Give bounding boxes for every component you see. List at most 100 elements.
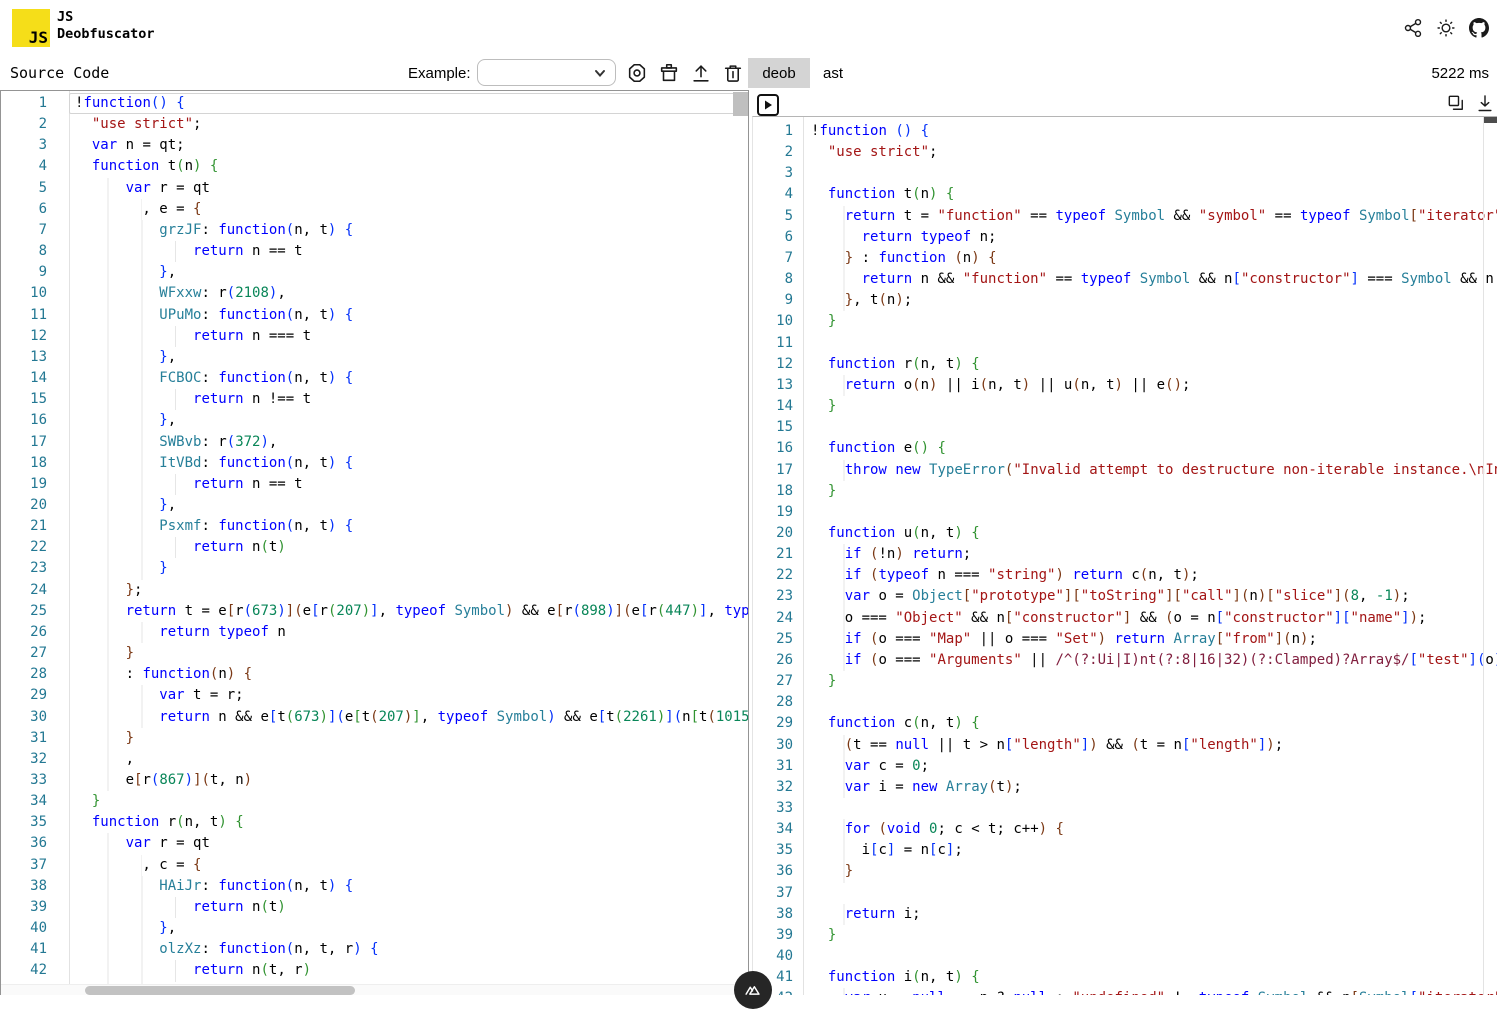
code-line: 1!function () { (753, 121, 1497, 142)
upload-icon[interactable] (690, 62, 712, 84)
copy-icon[interactable] (1446, 93, 1466, 113)
code-text: UPuMo: function(n, t) { (69, 305, 353, 326)
line-number: 8 (753, 269, 803, 290)
download-icon[interactable] (1475, 93, 1495, 113)
code-text: function t(n) { (69, 156, 218, 177)
code-text: (t == null || t > n["length"]) && (t = n… (803, 735, 1283, 756)
line-number: 14 (753, 396, 803, 417)
code-text: return typeof n; (803, 227, 996, 248)
code-text: return n && e[t(673)](e[t(207)], typeof … (69, 707, 749, 728)
line-number: 42 (1, 960, 69, 981)
code-text: }, t(n); (803, 290, 912, 311)
code-text: : function(n) { (69, 664, 252, 685)
code-text: function c(n, t) { (803, 713, 980, 734)
code-text: var n = qt; (69, 135, 185, 156)
line-number: 3 (753, 163, 803, 184)
source-code-editor[interactable]: 1!function() {2 "use strict";3 var n = q… (0, 90, 749, 995)
code-line: 30 (t == null || t > n["length"]) && (t … (753, 735, 1497, 756)
code-text: }, (69, 410, 176, 431)
output-code-editor[interactable]: 1!function () {2 "use strict"; 34 functio… (752, 116, 1497, 995)
code-text: throw new TypeError("Invalid attempt to … (803, 460, 1497, 481)
line-number: 17 (1, 432, 69, 453)
tab-ast[interactable]: ast (810, 58, 856, 88)
code-line: 26 return typeof n (1, 622, 748, 643)
line-number: 26 (1, 622, 69, 643)
code-line: 7 } : function (n) { (753, 248, 1497, 269)
code-line: 5 return t = "function" == typeof Symbol… (753, 206, 1497, 227)
run-button[interactable] (757, 94, 779, 116)
line-number: 37 (1, 855, 69, 876)
line-number: 3 (1, 135, 69, 156)
paste-icon[interactable] (658, 62, 680, 84)
line-number: 34 (753, 819, 803, 840)
code-text: o === "Object" && n["constructor"] && (o… (803, 608, 1426, 629)
line-number: 23 (753, 586, 803, 607)
theme-sun-icon[interactable] (1436, 18, 1456, 38)
code-text: WFxxw: r(2108), (69, 283, 286, 304)
code-text: grzJF: function(n, t) { (69, 220, 353, 241)
code-line: 4 function t(n) { (1, 156, 748, 177)
analytics-fab[interactable] (734, 971, 772, 1009)
example-select[interactable] (477, 59, 616, 86)
code-line: 36 } (753, 861, 1497, 882)
line-number: 10 (753, 311, 803, 332)
code-line: 1!function() { (1, 93, 748, 114)
code-line: 18 } (753, 481, 1497, 502)
code-line: 16 function e() { (753, 438, 1497, 459)
code-text: i[c] = n[c]; (803, 840, 963, 861)
code-line: 39 return n(t) (1, 897, 748, 918)
code-line: 33 e[r(867)](t, n) (1, 770, 748, 791)
code-line: 10 } (753, 311, 1497, 332)
line-number: 30 (1, 707, 69, 728)
code-line: 28 (753, 692, 1497, 713)
line-number: 7 (753, 248, 803, 269)
example-label: Example: (408, 65, 471, 82)
code-line: 12 function r(n, t) { (753, 354, 1497, 375)
line-number: 29 (753, 713, 803, 734)
source-horizontal-scrollbar-thumb[interactable] (85, 986, 355, 995)
code-text: function e() { (803, 438, 946, 459)
code-text: var i = new Array(t); (803, 777, 1022, 798)
code-line: 3 var n = qt; (1, 135, 748, 156)
code-line: 19 (753, 502, 1497, 523)
code-text (803, 692, 811, 713)
code-text: function t(n) { (803, 184, 954, 205)
code-text: return o(n) || i(n, t) || u(n, t) || e()… (803, 375, 1190, 396)
code-text: , (69, 749, 134, 770)
output-scrollbar-thumb[interactable] (1484, 117, 1497, 123)
trash-icon[interactable] (722, 62, 744, 84)
code-line: 37 (753, 883, 1497, 904)
tab-deob[interactable]: deob (748, 58, 810, 88)
line-number: 21 (1, 516, 69, 537)
code-text: return t = "function" == typeof Symbol &… (803, 206, 1497, 227)
code-text: return n && "function" == typeof Symbol … (803, 269, 1497, 290)
code-text: var r = qt (69, 178, 210, 199)
code-line: 2 "use strict"; (753, 142, 1497, 163)
code-text (803, 333, 811, 354)
code-text: var o = Object["prototype"]["toString"][… (803, 586, 1410, 607)
line-number: 21 (753, 544, 803, 565)
line-number: 24 (1, 580, 69, 601)
line-number: 13 (753, 375, 803, 396)
code-line: 23 var o = Object["prototype"]["toString… (753, 586, 1497, 607)
code-text: var r = qt (69, 833, 210, 854)
code-text: }, (69, 262, 176, 283)
code-text: } (803, 481, 836, 502)
line-number: 18 (753, 481, 803, 502)
line-number: 27 (1, 643, 69, 664)
github-icon[interactable] (1469, 18, 1489, 38)
line-number: 25 (1, 601, 69, 622)
share-icon[interactable] (1403, 18, 1423, 38)
output-scrollbar-track[interactable] (1483, 117, 1484, 995)
settings-gear-icon[interactable] (626, 62, 648, 84)
code-line: 17 throw new TypeError("Invalid attempt … (753, 460, 1497, 481)
code-text: if (o === "Map" || o === "Set") return A… (803, 629, 1317, 650)
code-text: var u = null == n ? null : "undefined" !… (803, 988, 1497, 995)
source-horizontal-scrollbar[interactable] (1, 984, 748, 995)
code-line: 15 (753, 417, 1497, 438)
source-vertical-scrollbar[interactable] (733, 92, 748, 116)
code-line: 32 , (1, 749, 748, 770)
js-logo: JS (12, 9, 50, 47)
code-text: return n(t) (69, 537, 286, 558)
line-number: 36 (1, 833, 69, 854)
